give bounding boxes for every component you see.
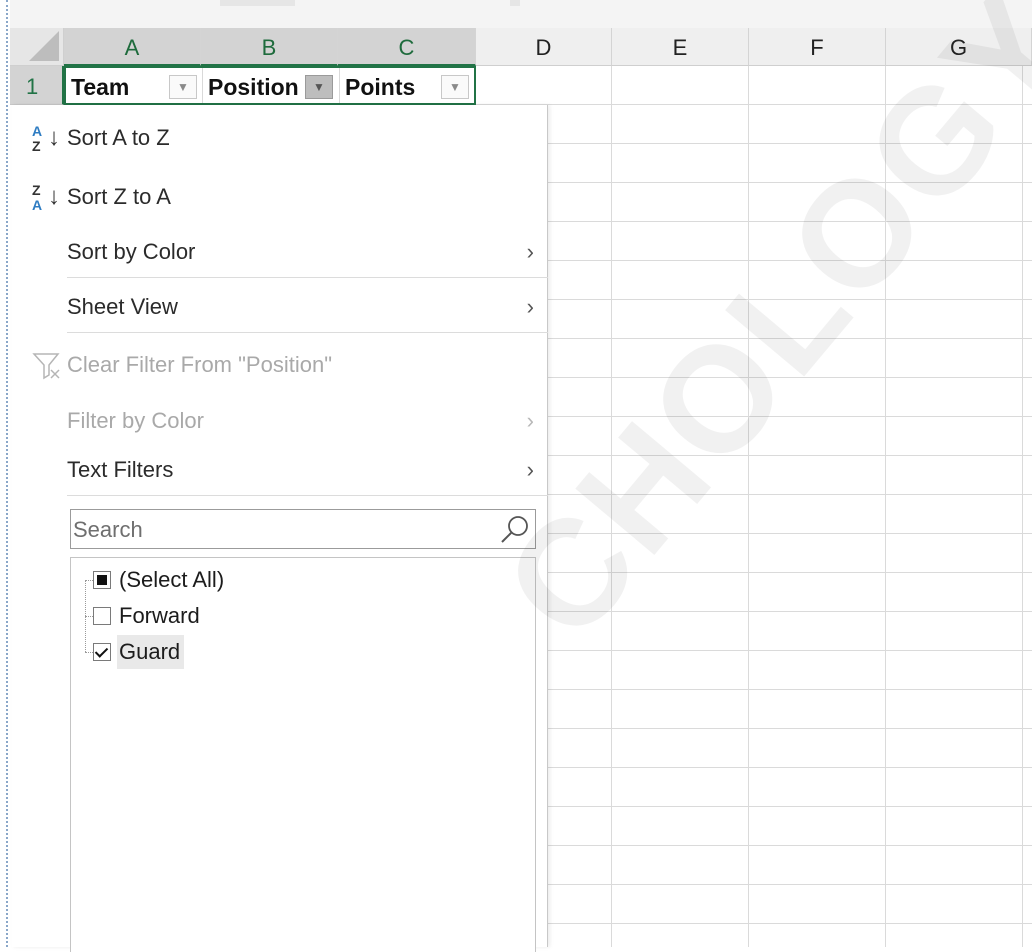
- clear-filter-icon: [32, 353, 60, 380]
- column-header-c[interactable]: C: [338, 28, 476, 66]
- menu-item-label: Sort Z to A: [67, 184, 171, 209]
- column-header-a[interactable]: A: [64, 28, 201, 66]
- dropdown-arrow-icon: ▼: [449, 80, 461, 94]
- menu-item-label: Text Filters: [67, 457, 174, 482]
- column-header-g[interactable]: G: [886, 28, 1032, 66]
- menu-separator: [67, 495, 548, 496]
- menu-item-label: Filter by Color: [67, 408, 204, 433]
- list-item-label: Forward: [119, 603, 200, 628]
- header-cell-label: Points: [345, 74, 416, 100]
- filter-by-color-item[interactable]: Filter by Color ›: [12, 396, 548, 446]
- sort-by-color-item[interactable]: Sort by Color ›: [12, 227, 548, 277]
- search-input[interactable]: [71, 510, 495, 550]
- sort-a-to-z-item[interactable]: A Z ↓ Sort A to Z: [12, 113, 548, 163]
- window-left-edge: [6, 0, 8, 947]
- chevron-right-icon: ›: [526, 408, 534, 433]
- checkbox[interactable]: [93, 643, 111, 661]
- menu-item-label: Sheet View: [67, 294, 178, 319]
- filter-dropdown-team[interactable]: ▼: [169, 75, 197, 99]
- dropdown-arrow-icon: ▼: [177, 80, 189, 94]
- text-filters-item[interactable]: Text Filters ›: [12, 445, 548, 495]
- filter-dropdown-points[interactable]: ▼: [441, 75, 469, 99]
- sort-ascending-icon: A Z ↓: [32, 123, 60, 154]
- row-header-1[interactable]: 1: [10, 66, 64, 105]
- menu-item-label: Sort A to Z: [67, 125, 170, 150]
- filter-values-list: (Select All) Forward Guard: [70, 557, 536, 952]
- formula-bar-area: [10, 0, 1032, 28]
- dropdown-arrow-icon: ▼: [313, 80, 325, 94]
- toolbar-tab-shape: [510, 0, 520, 6]
- autofilter-menu: A Z ↓ Sort A to Z Z A ↓ Sort Z to A Sort by …: [12, 105, 548, 952]
- menu-item-label: Sort by Color: [67, 239, 196, 264]
- header-cell-label: Team: [71, 74, 130, 100]
- list-item-label: Guard: [117, 635, 185, 669]
- chevron-right-icon: ›: [526, 239, 534, 264]
- filter-dropdown-position[interactable]: ▼: [305, 75, 333, 99]
- list-item-label: (Select All): [119, 567, 225, 592]
- chevron-right-icon: ›: [526, 294, 534, 319]
- magnifier-icon[interactable]: [499, 513, 531, 545]
- clear-filter-item[interactable]: Clear Filter From "Position": [12, 340, 548, 390]
- menu-separator: [67, 277, 548, 278]
- chevron-right-icon: ›: [526, 457, 534, 482]
- filter-search-box: [70, 509, 536, 550]
- column-header-b[interactable]: B: [201, 28, 338, 66]
- toolbar-tab-shape: [220, 0, 295, 6]
- checkbox[interactable]: [93, 607, 111, 625]
- menu-item-label: Clear Filter From "Position": [67, 352, 333, 377]
- checkbox[interactable]: [93, 571, 111, 589]
- menu-separator: [67, 332, 548, 333]
- sheet-view-item[interactable]: Sheet View ›: [12, 282, 548, 332]
- table-header-row: Team ▼ Position ▼ Points ▼: [64, 66, 476, 105]
- sort-z-to-a-item[interactable]: Z A ↓ Sort Z to A: [12, 172, 548, 222]
- header-cell-label: Position: [208, 74, 299, 100]
- column-header-e[interactable]: E: [612, 28, 749, 66]
- sort-descending-icon: Z A ↓: [32, 182, 60, 213]
- column-header-f[interactable]: F: [749, 28, 886, 66]
- select-all-corner[interactable]: [10, 28, 64, 66]
- column-header-d[interactable]: D: [476, 28, 612, 66]
